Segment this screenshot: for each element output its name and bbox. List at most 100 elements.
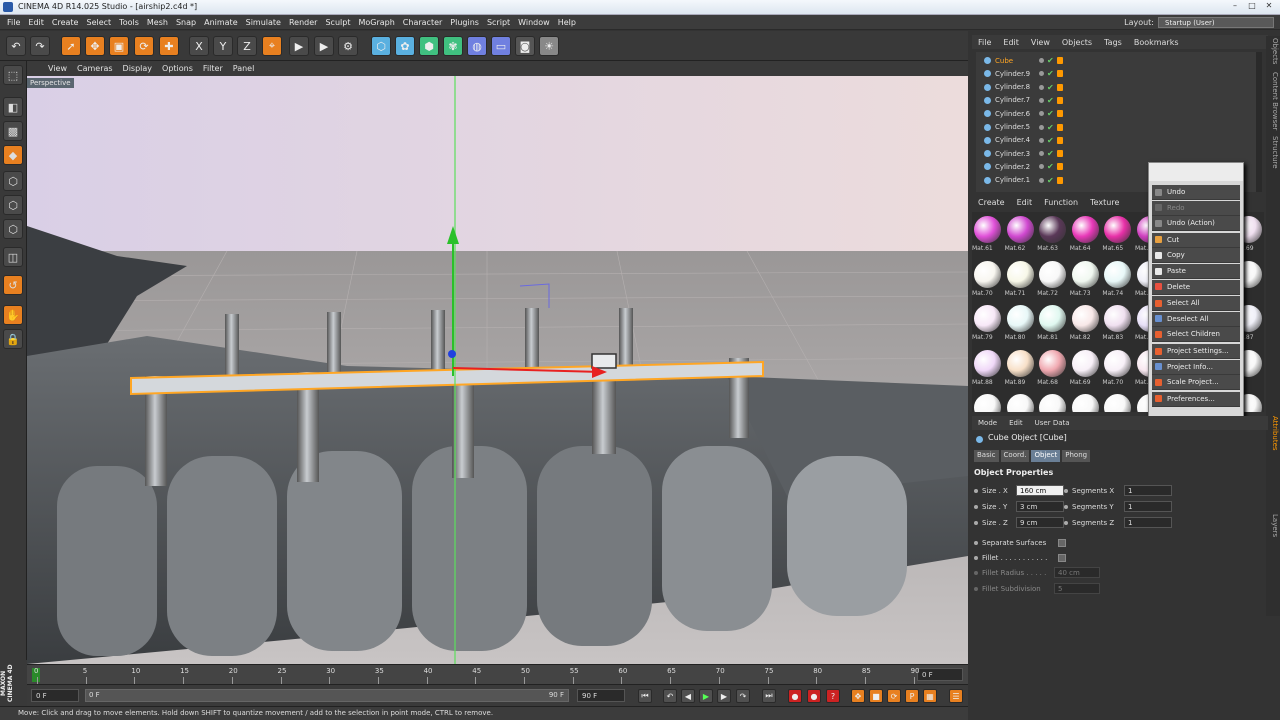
menu-snap[interactable]: Snap: [172, 18, 200, 27]
visibility-dot-icon[interactable]: [1039, 137, 1044, 143]
enabled-check-icon[interactable]: ✔: [1047, 162, 1054, 171]
menu-file[interactable]: File: [3, 18, 24, 27]
object-name[interactable]: Cylinder.8: [995, 83, 1039, 91]
tweak-icon[interactable]: ↺: [3, 275, 23, 295]
material-swatch[interactable]: Mat.70: [1102, 348, 1133, 390]
enabled-check-icon[interactable]: ✔: [1047, 123, 1054, 132]
object-menu-objects[interactable]: Objects: [1056, 38, 1098, 47]
material-menu-function[interactable]: Function: [1038, 198, 1084, 207]
material-swatch[interactable]: Mat.71: [1005, 259, 1036, 301]
workplane-icon[interactable]: ◆: [3, 145, 23, 165]
context-menu-item-cut[interactable]: Cut: [1152, 232, 1240, 248]
visibility-dot-icon[interactable]: [1039, 151, 1044, 157]
material-menu-create[interactable]: Create: [972, 198, 1011, 207]
viewport-menu-view[interactable]: View: [43, 64, 72, 73]
object-name[interactable]: Cylinder.4: [995, 136, 1039, 144]
redo-icon[interactable]: ↷: [30, 36, 50, 56]
play-icon[interactable]: ▶: [699, 689, 713, 703]
rotate-icon[interactable]: ⟳: [134, 36, 154, 56]
object-list-scrollbar[interactable]: [1256, 52, 1262, 192]
context-menu-item-undo[interactable]: Undo: [1152, 185, 1240, 200]
menu-render[interactable]: Render: [285, 18, 321, 27]
viewport-menu-filter[interactable]: Filter: [198, 64, 228, 73]
material-swatch[interactable]: Mat.73: [1070, 259, 1101, 301]
visibility-dot-icon[interactable]: [1039, 177, 1044, 183]
context-menu-item-paste[interactable]: Paste: [1152, 264, 1240, 279]
side-tab-attributes[interactable]: Attributes: [1267, 416, 1279, 451]
material-swatch[interactable]: Mat.82: [1070, 303, 1101, 345]
enabled-check-icon[interactable]: ✔: [1047, 149, 1054, 158]
cube-primitive-icon[interactable]: ⬡: [371, 36, 391, 56]
deformer-icon[interactable]: ✾: [443, 36, 463, 56]
enabled-check-icon[interactable]: ✔: [1047, 69, 1054, 78]
select-live-icon[interactable]: ➚: [61, 36, 81, 56]
lock-icon[interactable]: 🔒: [3, 329, 23, 349]
scale-icon[interactable]: ▣: [109, 36, 129, 56]
material-swatch[interactable]: Mat.65: [1102, 214, 1133, 256]
phong-tag-icon[interactable]: [1056, 150, 1063, 158]
material-swatch[interactable]: Mat.70: [972, 259, 1003, 301]
visibility-dot-icon[interactable]: [1039, 97, 1044, 103]
object-row[interactable]: Cylinder.9 ✔: [976, 67, 1258, 80]
object-name[interactable]: Cylinder.1: [995, 176, 1039, 184]
z-axis-icon[interactable]: Z: [237, 36, 257, 56]
object-row[interactable]: Cylinder.4 ✔: [976, 134, 1258, 147]
phong-tag-icon[interactable]: [1056, 57, 1063, 64]
x-axis-icon[interactable]: X: [189, 36, 209, 56]
phong-tag-icon[interactable]: [1056, 83, 1063, 91]
texture-mode-icon[interactable]: ▩: [3, 121, 23, 141]
viewport-menu-cameras[interactable]: Cameras: [72, 64, 118, 73]
viewport-menu-display[interactable]: Display: [118, 64, 158, 73]
model-mode-icon[interactable]: ◧: [3, 97, 23, 117]
context-menu-item-scale-project[interactable]: Scale Project...: [1152, 375, 1240, 391]
context-menu-item-deselect-all[interactable]: Deselect All: [1152, 311, 1240, 327]
enabled-check-icon[interactable]: ✔: [1047, 83, 1054, 92]
object-row[interactable]: Cylinder.5 ✔: [976, 121, 1258, 134]
viewport-menu-panel[interactable]: Panel: [228, 64, 260, 73]
last-tool-icon[interactable]: ✚: [159, 36, 179, 56]
enabled-check-icon[interactable]: ✔: [1047, 176, 1054, 185]
visibility-dot-icon[interactable]: [1039, 58, 1044, 63]
object-name[interactable]: Cylinder.6: [995, 110, 1039, 118]
render-picture-viewer-icon[interactable]: ▶: [314, 36, 334, 56]
environment-icon[interactable]: ◍: [467, 36, 487, 56]
side-tab-layers[interactable]: Layers: [1267, 514, 1279, 537]
key-parameter-icon[interactable]: P: [905, 689, 919, 703]
object-row[interactable]: Cube ✔: [976, 54, 1258, 67]
segments-z-field[interactable]: 1: [1124, 517, 1172, 528]
edges-mode-icon[interactable]: ⬡: [3, 195, 23, 215]
coord-system-icon[interactable]: ⌖: [262, 36, 282, 56]
menu-edit[interactable]: Edit: [24, 18, 48, 27]
camera-icon[interactable]: ◙: [515, 36, 535, 56]
timeline-ruler[interactable]: 0 F 0 5 10 15 20 25 30 35 40 45 50 55 60 65 70 75 80 85 90: [27, 664, 968, 684]
y-axis-icon[interactable]: Y: [213, 36, 233, 56]
object-menu-view[interactable]: View: [1025, 38, 1056, 47]
context-menu-item-select-all[interactable]: Select All: [1152, 296, 1240, 312]
menu-tools[interactable]: Tools: [115, 18, 143, 27]
material-swatch[interactable]: Mat.72: [1037, 259, 1068, 301]
object-menu-file[interactable]: File: [972, 38, 997, 47]
layout-dropdown[interactable]: Startup (User): [1158, 17, 1274, 28]
current-frame-field[interactable]: 0 F: [917, 668, 963, 681]
object-row[interactable]: Cylinder.3 ✔: [976, 147, 1258, 160]
object-menu-tags[interactable]: Tags: [1098, 38, 1128, 47]
snap-icon[interactable]: ✋: [3, 305, 23, 325]
enabled-check-icon[interactable]: ✔: [1047, 136, 1054, 145]
axis-mode-icon[interactable]: ◫: [3, 247, 23, 267]
minimize-button[interactable]: –: [1228, 1, 1242, 12]
menu-script[interactable]: Script: [483, 18, 514, 27]
material-swatch[interactable]: Mat.74: [1102, 259, 1133, 301]
viewport-3d[interactable]: Perspective: [27, 76, 968, 664]
material-swatch[interactable]: Mat.83: [1102, 303, 1133, 345]
separate-surfaces-checkbox[interactable]: [1058, 538, 1066, 547]
previous-frame-icon[interactable]: ◀: [681, 689, 695, 703]
light-icon[interactable]: ☀: [539, 36, 559, 56]
key-scale-icon[interactable]: ■: [869, 689, 883, 703]
menu-select[interactable]: Select: [82, 18, 115, 27]
material-swatch[interactable]: Mat.61: [972, 214, 1003, 256]
visibility-dot-icon[interactable]: [1039, 164, 1044, 170]
material-swatch[interactable]: [1005, 392, 1036, 412]
key-point-level-icon[interactable]: ▦: [923, 689, 937, 703]
material-menu-texture[interactable]: Texture: [1084, 198, 1125, 207]
tab-phong[interactable]: Phong: [1062, 450, 1091, 462]
